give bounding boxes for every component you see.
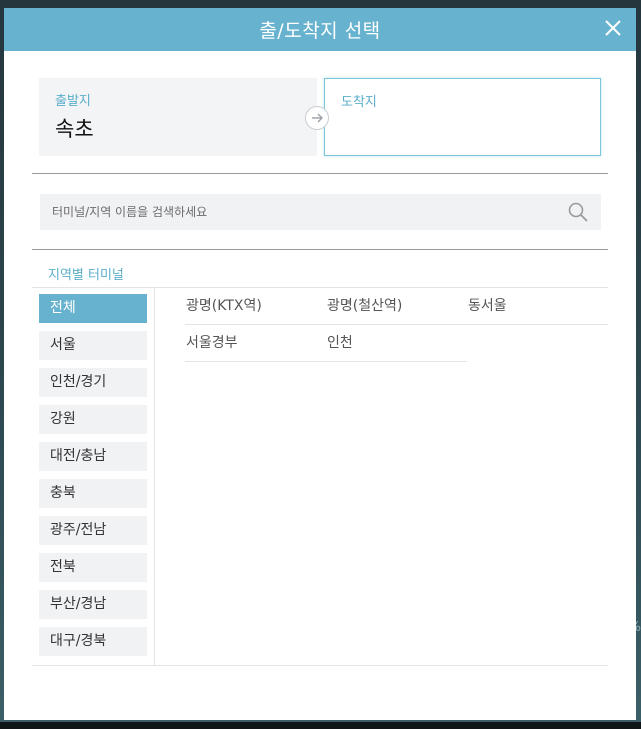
swap-button[interactable] [305, 106, 329, 130]
region-item[interactable]: 강원 [39, 405, 147, 434]
region-item[interactable]: 부산/경남 [39, 590, 147, 619]
modal-title: 출/도착지 선택 [259, 20, 381, 42]
region-item[interactable]: 충북 [39, 479, 147, 508]
search-icon[interactable] [567, 201, 589, 223]
region-separator [154, 288, 155, 666]
section-title: 지역별 터미널 [48, 268, 124, 283]
search-input[interactable] [52, 205, 567, 219]
terminal-item[interactable]: 인천 [326, 325, 467, 362]
terminal-item[interactable]: 광명(KTX역) [185, 288, 326, 325]
region-item[interactable]: 전체 [39, 294, 147, 323]
terminal-item[interactable]: 광명(철산역) [326, 288, 467, 325]
region-item[interactable]: 인천/경기 [39, 368, 147, 397]
close-button[interactable] [602, 17, 624, 39]
location-select-modal: 출/도착지 선택 출발지 속초 도착지 터미널/지역 이름을 검색하세요 지역별… [4, 8, 636, 720]
route-area: 출발지 속초 도착지 [39, 78, 601, 156]
terminal-grid: 광명(KTX역) 광명(철산역) 동서울서울경부 인천 [185, 288, 608, 362]
terminal-item[interactable]: 동서울 [467, 288, 608, 325]
terminal-item[interactable]: 서울경부 [185, 325, 326, 362]
region-item[interactable]: 전북 [39, 553, 147, 582]
modal-header: 출/도착지 선택 [4, 8, 636, 51]
departure-box[interactable]: 출발지 속초 [39, 78, 317, 156]
region-item[interactable]: 대전/충남 [39, 442, 147, 471]
divider-top [32, 173, 608, 174]
region-item[interactable]: 대구/경북 [39, 627, 147, 656]
arrow-right-icon [312, 113, 323, 123]
region-list: 전체서울인천/경기강원대전/충남충북광주/전남전북부산/경남대구/경북 [39, 294, 147, 664]
region-item[interactable]: 서울 [39, 331, 147, 360]
divider-middle [32, 249, 608, 250]
search-box [40, 194, 601, 230]
bottom-rule [32, 665, 608, 666]
departure-value: 속초 [55, 117, 94, 141]
arrival-label: 도착지 [341, 95, 377, 110]
backdrop-strip [0, 722, 641, 729]
close-icon [605, 20, 621, 36]
arrival-box[interactable]: 도착지 [324, 78, 601, 156]
region-item[interactable]: 광주/전남 [39, 516, 147, 545]
departure-label: 출발지 [55, 94, 91, 109]
